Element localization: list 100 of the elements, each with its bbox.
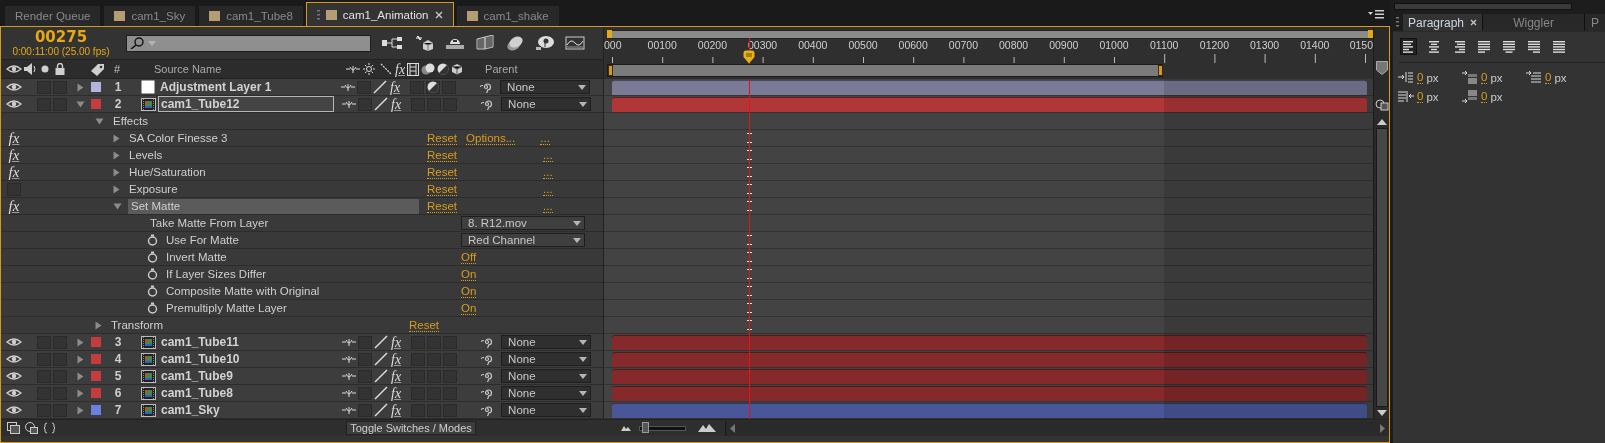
- transfer-controls-icon[interactable]: [25, 422, 38, 434]
- stopwatch-icon[interactable]: [147, 251, 158, 263]
- eye-icon[interactable]: [6, 354, 22, 364]
- shy-icon[interactable]: [342, 371, 356, 381]
- effects-switch[interactable]: fx: [391, 335, 402, 349]
- effects-switch[interactable]: fx: [391, 403, 402, 417]
- close-icon[interactable]: [1470, 19, 1478, 26]
- reset-link[interactable]: Reset: [409, 318, 440, 332]
- label-tag-icon[interactable]: [90, 62, 106, 76]
- lock-switch-box[interactable]: [53, 80, 67, 94]
- effects-switch[interactable]: fx: [391, 386, 402, 400]
- shy-icon[interactable]: [342, 99, 356, 109]
- node-graph-icon[interactable]: [381, 36, 405, 50]
- 3d-switch-box[interactable]: [442, 80, 457, 94]
- value-scrubber[interactable]: 0: [1481, 71, 1488, 84]
- collapse-triangle-icon[interactable]: [76, 100, 85, 108]
- parent-dropdown[interactable]: None: [501, 386, 592, 400]
- label-color-swatch[interactable]: [91, 388, 101, 398]
- expand-triangle-icon[interactable]: [76, 371, 85, 381]
- effects-switch[interactable]: fx: [391, 369, 402, 383]
- expand-triangle-icon[interactable]: [95, 320, 102, 330]
- tab[interactable]: cam1_Tube8: [198, 5, 304, 26]
- pick-whip-spiral-icon[interactable]: [481, 336, 494, 348]
- value-scrubber[interactable]: 0: [1481, 90, 1488, 103]
- quality-slash-icon[interactable]: [373, 80, 387, 94]
- effect-name[interactable]: SA Color Finesse 3: [126, 130, 228, 146]
- effects-switch[interactable]: fx: [390, 80, 401, 94]
- stopwatch-icon[interactable]: [147, 302, 158, 314]
- shy-icon[interactable]: [342, 337, 356, 347]
- pick-whip-spiral-icon[interactable]: [480, 81, 493, 93]
- shy-icon[interactable]: [341, 82, 355, 92]
- layer-name[interactable]: Adjustment Layer 1: [157, 79, 333, 95]
- lock-icon[interactable]: [55, 63, 65, 75]
- braces-icon[interactable]: [44, 422, 55, 434]
- value-dropdown[interactable]: 8. R12.mov: [461, 216, 585, 230]
- search-field[interactable]: [126, 34, 371, 52]
- label-color-swatch[interactable]: [91, 99, 101, 109]
- label-color-swatch[interactable]: [91, 371, 101, 381]
- parent-dropdown[interactable]: None: [501, 369, 592, 383]
- stopwatch-icon[interactable]: [147, 234, 158, 246]
- reset-link[interactable]: Reset: [427, 182, 458, 196]
- vertical-scrollbar[interactable]: [1375, 128, 1388, 407]
- collapse-triangle-icon[interactable]: [113, 202, 122, 210]
- effect-name[interactable]: Exposure: [126, 181, 178, 197]
- more-link[interactable]: ...: [543, 165, 553, 179]
- quality-slash-icon[interactable]: [374, 386, 388, 400]
- half-circle-icon[interactable]: [437, 63, 450, 75]
- reset-link[interactable]: Reset: [427, 165, 458, 179]
- effect-name[interactable]: Hue/Saturation: [126, 164, 206, 180]
- work-area-start-handle[interactable]: [608, 65, 613, 76]
- frame-blend-switch-box[interactable]: [410, 80, 425, 94]
- value-link[interactable]: On: [461, 301, 477, 315]
- tab[interactable]: cam1_Animation: [305, 2, 454, 26]
- tab[interactable]: Render Queue: [4, 5, 102, 26]
- zoom-slider[interactable]: [639, 425, 686, 431]
- more-link[interactable]: ...: [540, 131, 550, 145]
- effect-name[interactable]: Set Matte: [128, 198, 419, 214]
- expand-triangle-icon[interactable]: [113, 150, 120, 160]
- value-link[interactable]: On: [461, 267, 477, 281]
- align-button[interactable]: [1525, 38, 1542, 55]
- cube-sparkle-icon[interactable]: [415, 35, 435, 51]
- group-name[interactable]: Effects: [110, 113, 148, 129]
- eye-icon[interactable]: [6, 337, 22, 347]
- expand-triangle-icon[interactable]: [113, 133, 120, 143]
- close-icon[interactable]: [434, 10, 443, 19]
- solo-dot-icon[interactable]: [41, 65, 49, 73]
- eye-icon[interactable]: [6, 371, 22, 381]
- effect-switch[interactable]: fx: [8, 131, 20, 145]
- effects-switch[interactable]: fx: [391, 352, 402, 366]
- align-button[interactable]: [1475, 38, 1492, 55]
- parent-dropdown[interactable]: None: [501, 97, 592, 111]
- film-strip-icon[interactable]: [407, 62, 420, 76]
- playhead-marker-icon[interactable]: [743, 50, 756, 64]
- tab[interactable]: Paragraph: [1403, 14, 1484, 31]
- more-link[interactable]: ...: [543, 148, 553, 162]
- effect-name[interactable]: Levels: [126, 147, 163, 163]
- layer-name[interactable]: cam1_Sky: [158, 402, 334, 418]
- value-dropdown[interactable]: Red Channel: [461, 233, 585, 247]
- pick-whip-spiral-icon[interactable]: [481, 353, 494, 365]
- layer-name[interactable]: cam1_Tube12: [158, 96, 334, 112]
- work-area-end-handle[interactable]: [1157, 65, 1163, 76]
- speaker-icon[interactable]: [24, 63, 36, 75]
- parent-dropdown[interactable]: None: [501, 352, 592, 366]
- shy-icon[interactable]: [342, 354, 356, 364]
- quality-slash-icon[interactable]: [380, 63, 392, 75]
- tab[interactable]: cam1_Sky: [103, 5, 197, 26]
- expand-triangle-icon[interactable]: [113, 167, 120, 177]
- comp-marker-icon[interactable]: [1375, 61, 1388, 75]
- align-button[interactable]: [1550, 38, 1567, 55]
- expand-triangle-icon[interactable]: [76, 337, 85, 347]
- group-name[interactable]: Transform: [108, 317, 163, 333]
- comp-flowchart-icon[interactable]: [7, 422, 20, 434]
- expand-triangle-icon[interactable]: [76, 388, 85, 398]
- align-button[interactable]: [1500, 38, 1517, 55]
- comp-button-icon[interactable]: [1374, 99, 1389, 111]
- collapse-switch-box[interactable]: [357, 80, 371, 94]
- layer-name[interactable]: cam1_Tube10: [158, 351, 334, 367]
- expand-triangle-icon[interactable]: [76, 354, 85, 364]
- pick-whip-spiral-icon[interactable]: [481, 98, 494, 110]
- reset-link[interactable]: Reset: [427, 199, 458, 213]
